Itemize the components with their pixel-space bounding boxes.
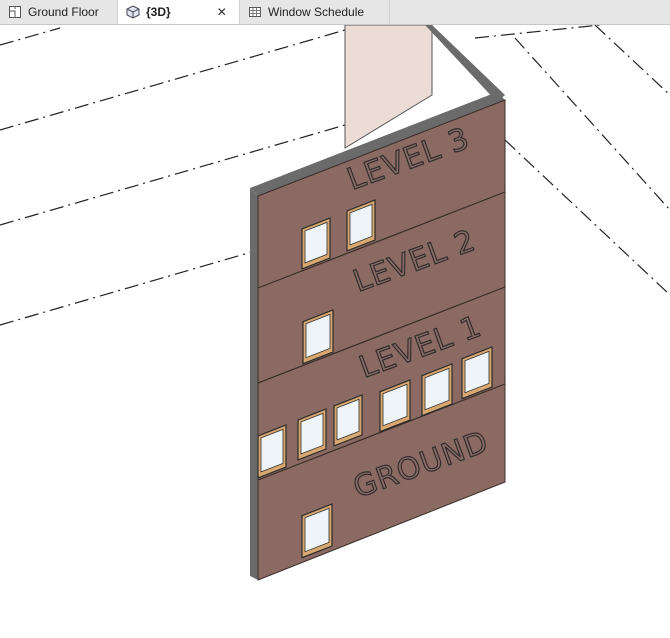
close-icon[interactable]: ✕ xyxy=(217,5,227,19)
floor-plan-icon xyxy=(8,5,22,19)
side-wall-top-edge xyxy=(425,25,505,102)
tab-label: Ground Floor xyxy=(28,5,99,19)
tab-3d[interactable]: {3D} ✕ xyxy=(118,0,240,24)
tab-ground-floor[interactable]: Ground Floor xyxy=(0,0,118,24)
view-tab-bar: Ground Floor {3D} ✕ Window Schedule xyxy=(0,0,670,25)
tab-label: {3D} xyxy=(146,5,171,19)
wall-left-edge xyxy=(250,188,258,580)
schedule-table-icon xyxy=(248,5,262,19)
tab-label: Window Schedule xyxy=(268,5,365,19)
3d-view-icon xyxy=(126,5,140,19)
3d-scene: LEVEL 3 LEVEL 2 LEVEL 1 GROUND xyxy=(0,25,670,581)
tab-window-schedule[interactable]: Window Schedule xyxy=(240,0,390,24)
3d-viewport[interactable]: LEVEL 3 LEVEL 2 LEVEL 1 GROUND xyxy=(0,25,670,638)
